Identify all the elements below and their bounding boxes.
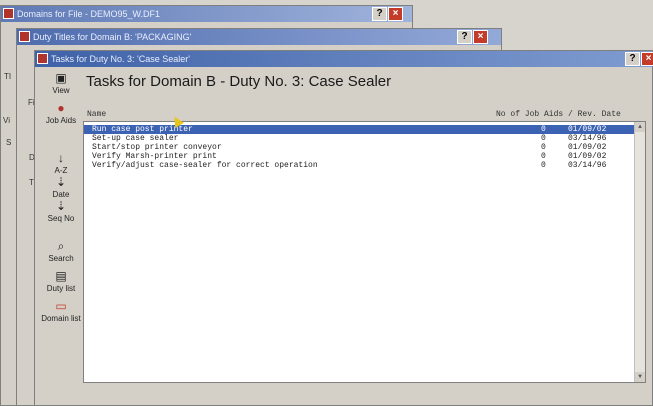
sort-date-button[interactable]: ⇣ Date — [40, 175, 82, 200]
tool-label: Date — [52, 190, 70, 199]
tool-label: Seq No — [47, 214, 75, 223]
duty-list-icon: ▤ — [55, 269, 67, 283]
vertical-scrollbar[interactable]: ▲ ▼ — [634, 122, 645, 382]
tasks-window-titlebar[interactable]: Tasks for Duty No. 3: 'Case Sealer' — [35, 51, 652, 67]
page-title: Tasks for Domain B - Duty No. 3: Case Se… — [86, 73, 392, 90]
task-job-aids: 0 — [541, 161, 546, 170]
scroll-up-arrow-icon[interactable]: ▲ — [635, 122, 645, 132]
task-job-aids: 0 — [541, 125, 546, 134]
task-job-aids: 0 — [541, 152, 546, 161]
underlying-label: TI — [4, 72, 12, 81]
close-button[interactable]: × — [473, 30, 488, 44]
view-icon: ▣ — [55, 71, 67, 85]
tool-label: Domain list — [41, 314, 81, 323]
tool-label: A-Z — [54, 166, 68, 175]
domain-list-button[interactable]: ▭ Domain list — [40, 299, 82, 324]
job-aids-icon: ● — [57, 101, 65, 115]
task-name: Verify/adjust case-sealer for correct op… — [92, 161, 318, 170]
underlying-label: S — [6, 138, 12, 147]
task-rev-date: 03/14/96 — [568, 134, 607, 143]
task-rev-date: 01/09/02 — [568, 152, 607, 161]
task-rev-date: 01/09/02 — [568, 143, 607, 152]
task-rev-date: 01/09/02 — [568, 125, 607, 134]
task-name: Verify Marsh-printer print — [92, 152, 217, 161]
app-icon — [37, 53, 48, 64]
tool-label: Duty list — [46, 284, 76, 293]
column-header-name[interactable]: Name — [87, 110, 106, 119]
help-button[interactable]: ? — [625, 52, 640, 66]
task-job-aids: 0 — [541, 143, 546, 152]
task-rev-date: 03/14/96 — [568, 161, 607, 170]
list-item[interactable]: Verify/adjust case-sealer for correct op… — [84, 161, 635, 170]
task-name: Start/stop printer conveyor — [92, 143, 222, 152]
tool-label: Job Aids — [45, 116, 77, 125]
sort-az-button[interactable]: ↓ A-Z — [40, 151, 82, 176]
sort-date-icon: ⇣ — [55, 175, 67, 189]
search-button[interactable]: ⌕ Search — [40, 239, 82, 264]
search-icon: ⌕ — [57, 239, 65, 253]
list-item[interactable]: Start/stop printer conveyor 0 01/09/02 — [84, 143, 635, 152]
task-list[interactable]: Run case post printer 0 01/09/02 Set-up … — [83, 121, 646, 383]
sort-seq-button[interactable]: ⇣ Seq No — [40, 199, 82, 224]
list-item[interactable]: Verify Marsh-printer print 0 01/09/02 — [84, 152, 635, 161]
close-button[interactable]: × — [388, 7, 403, 21]
help-button[interactable]: ? — [372, 7, 387, 21]
app-icon — [3, 8, 14, 19]
sort-az-icon: ↓ — [58, 151, 64, 165]
domains-window-titlebar[interactable]: Domains for File - DEMO95_W.DF1 — [1, 6, 412, 22]
list-item[interactable]: Run case post printer 0 01/09/02 — [84, 125, 635, 134]
job-aids-button[interactable]: ● Job Aids — [40, 101, 82, 126]
column-header-aids-date[interactable]: No of Job Aids / Rev. Date — [496, 110, 621, 119]
duty-list-button[interactable]: ▤ Duty list — [40, 269, 82, 294]
tool-label: Search — [48, 254, 74, 263]
tasks-window-title: Tasks for Duty No. 3: 'Case Sealer' — [51, 54, 190, 64]
close-button[interactable]: × — [641, 52, 653, 66]
sort-seq-icon: ⇣ — [55, 199, 67, 213]
scroll-down-arrow-icon[interactable]: ▼ — [635, 372, 645, 382]
left-toolbar: ▣ View ● Job Aids ↓ A-Z ⇣ Date ⇣ Seq No … — [40, 72, 82, 392]
duty-titles-window-titlebar[interactable]: Duty Titles for Domain B: 'PACKAGING' — [17, 29, 501, 45]
view-button[interactable]: ▣ View — [40, 71, 82, 96]
tool-label: View — [52, 86, 70, 95]
domain-list-icon: ▭ — [55, 299, 67, 313]
list-item[interactable]: Set-up case sealer 0 03/14/96 — [84, 134, 635, 143]
help-button[interactable]: ? — [457, 30, 472, 44]
task-name: Set-up case sealer — [92, 134, 179, 143]
task-job-aids: 0 — [541, 134, 546, 143]
underlying-label: Vi — [3, 116, 10, 125]
app-icon — [19, 31, 30, 42]
duty-titles-window-title: Duty Titles for Domain B: 'PACKAGING' — [33, 32, 192, 42]
domains-window-title: Domains for File - DEMO95_W.DF1 — [17, 9, 161, 19]
